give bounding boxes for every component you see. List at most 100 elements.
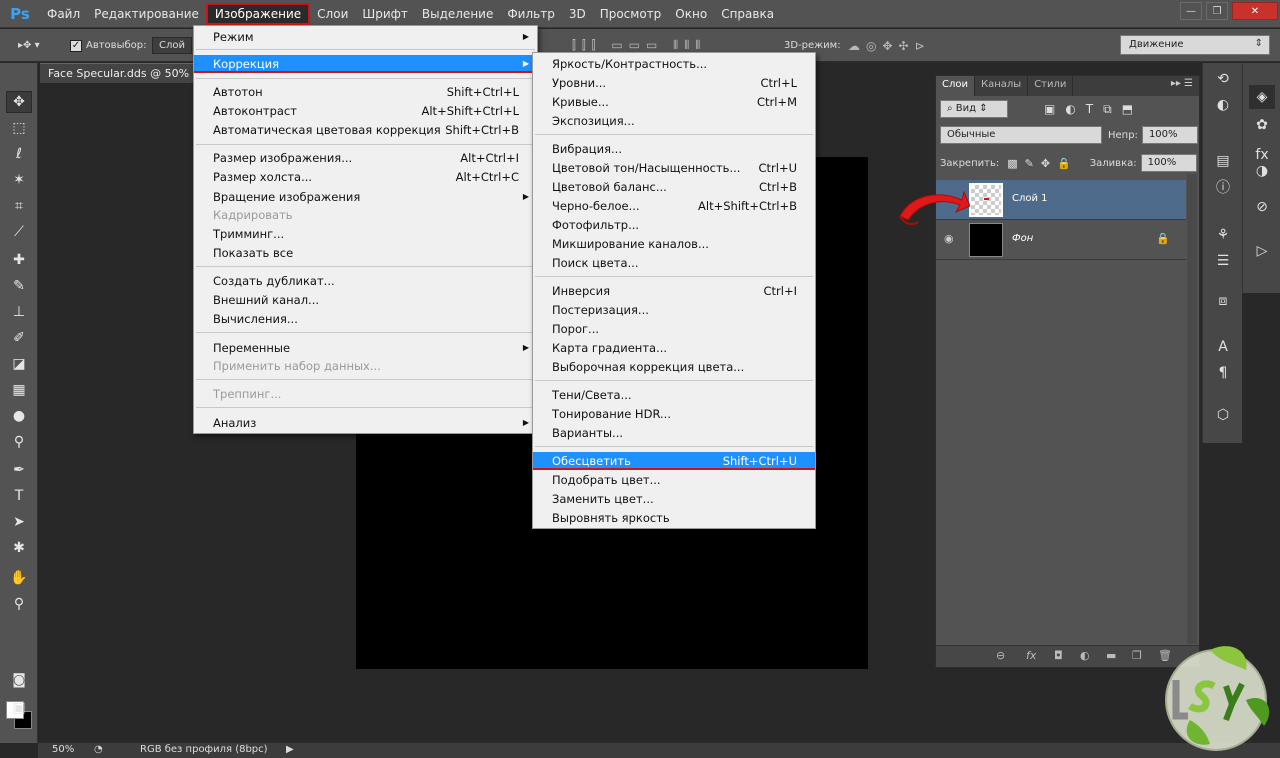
lock-icons[interactable]: ▩✎✥🔒 [1007,157,1078,170]
image-menu-item-11[interactable]: Создать дубликат... [194,272,537,290]
history-icon[interactable]: ⟲ [1210,67,1236,91]
image-menu-item-3[interactable]: Автоконтраст Alt+Shift+Ctrl+L [194,102,537,120]
menu-file[interactable]: Файл [40,3,87,25]
lasso-tool-icon[interactable]: ℓ [6,143,32,165]
menu-type[interactable]: Шрифт [355,3,415,25]
link-layers-icon[interactable]: ⊖ [996,649,1005,662]
image-menu-item-0[interactable]: Режим ▶ [194,28,537,46]
adjust-menu-item-21[interactable]: Заменить цвет... [533,490,815,508]
eyedropper-icon[interactable]: ⟋ [6,221,32,243]
new-layer-icon[interactable]: ❐ [1132,649,1142,662]
status-profile-icon[interactable]: ◔ [94,744,103,755]
quick-mask-icon[interactable]: ◙ [6,669,32,691]
adjust-menu-item-19[interactable]: Обесцветить Shift+Ctrl+U [533,452,815,470]
menu-view[interactable]: Просмотр [593,3,669,25]
paragraph-icon[interactable]: ¶ [1210,361,1236,385]
minimize-icon[interactable]: — [1180,2,1202,20]
adjust-menu-item-22[interactable]: Выровнять яркость [533,509,815,527]
screen-mode-icon[interactable]: ▣ [6,697,32,719]
brush-icon[interactable]: ⚘ [1210,223,1236,247]
history-brush-icon[interactable]: ✐ [6,327,32,349]
adjustments-icon[interactable]: ✿ [1249,113,1275,137]
image-menu-item-4[interactable]: Автоматическая цветовая коррекция Shift+C… [194,121,537,139]
gradient-tool-icon[interactable]: ▦ [6,379,32,401]
3d-icon[interactable]: ⬡ [1210,403,1236,427]
image-menu-item-14[interactable]: Переменные ▶ [194,339,537,357]
menu-edit[interactable]: Редактирование [87,3,206,25]
layer-name[interactable]: Слой 1 [1012,193,1048,204]
layers-icon[interactable]: ◈ [1249,85,1275,109]
adjust-menu-item-7[interactable]: Черно-белое... Alt+Shift+Ctrl+B [533,197,815,215]
menu-image[interactable]: Изображение [205,2,311,25]
image-menu-item-5[interactable]: Размер изображения... Alt+Ctrl+I [194,149,537,167]
layer-filter-select[interactable]: ⌕ Вид ⇕ [940,100,1008,118]
image-menu-item-17[interactable]: Анализ ▶ [194,414,537,432]
adjust-menu-item-4[interactable]: Вибрация... [533,140,815,158]
pen-tool-icon[interactable]: ✒ [6,459,32,481]
three-d-mode-icons[interactable]: ☁◎✥✣⊳ [848,37,931,54]
path-select-icon[interactable]: ➤ [6,511,32,533]
tab-channels[interactable]: Каналы [975,76,1029,96]
image-menu-item-6[interactable]: Размер холста... Alt+Ctrl+C [194,168,537,186]
adjust-menu-item-2[interactable]: Кривые... Ctrl+M [533,93,815,111]
swatches-icon[interactable]: ◑ [1249,159,1275,183]
info-icon[interactable]: ⓘ [1210,175,1236,199]
image-menu-item-7[interactable]: Вращение изображения ▶ [194,188,537,206]
hand-tool-icon[interactable]: ✋ [6,567,32,589]
eraser-tool-icon[interactable]: ◪ [6,353,32,375]
actions-icon[interactable]: ▷ [1249,239,1275,263]
new-group-icon[interactable]: ▬ [1106,649,1116,662]
adjustment-layer-icon[interactable]: ◐ [1080,649,1090,662]
menu-3d[interactable]: 3D [562,3,593,25]
clone-source-icon[interactable]: ⧈ [1210,289,1236,313]
zoom-tool-icon[interactable]: ⚲ [6,593,32,615]
adjust-menu-item-16[interactable]: Тени/Света... [533,386,815,404]
adjust-menu-item-9[interactable]: Микширование каналов... [533,235,815,253]
zoom-level[interactable]: 50% [52,744,74,755]
adjust-menu-item-13[interactable]: Порог... [533,320,815,338]
adjust-menu-item-14[interactable]: Карта градиента... [533,339,815,357]
image-menu-item-2[interactable]: Автотон Shift+Ctrl+L [194,83,537,101]
menu-window[interactable]: Окно [668,3,714,25]
properties-icon[interactable]: ▤ [1210,149,1236,173]
adjust-menu-item-8[interactable]: Фотофильтр... [533,216,815,234]
close-icon[interactable]: ✕ [1232,2,1278,20]
adjust-menu-item-5[interactable]: Цветовой тон/Насыщенность... Ctrl+U [533,159,815,177]
layer-filter-icons[interactable]: ▣◐T⧉⬒ [1044,102,1143,117]
auto-select-target[interactable]: Слой [152,37,192,54]
adjust-menu-item-20[interactable]: Подобрать цвет... [533,471,815,489]
blend-mode-select[interactable]: Обычные [940,126,1102,144]
auto-select-checkbox[interactable]: ✓ [70,39,82,52]
adjust-menu-item-1[interactable]: Уровни... Ctrl+L [533,74,815,92]
brush-presets-icon[interactable]: ☰ [1210,249,1236,273]
status-menu-arrow-icon[interactable]: ▶ [286,744,294,755]
channels-icon[interactable]: ⊘ [1249,195,1275,219]
marquee-tool-icon[interactable]: ⬚ [6,117,32,139]
adjust-menu-item-11[interactable]: Инверсия Ctrl+I [533,282,815,300]
adjust-menu-item-15[interactable]: Выборочная коррекция цвета... [533,358,815,376]
move-tool-preset-icon[interactable]: ▸✥ ▾ [18,37,40,54]
layer-name[interactable]: Фон [1012,233,1033,244]
healing-brush-icon[interactable]: ✚ [6,249,32,271]
move-tool-icon[interactable]: ✥ [6,91,32,113]
brush-tool-icon[interactable]: ✎ [6,275,32,297]
adjust-menu-item-0[interactable]: Яркость/Контрастность... [533,55,815,73]
adjust-menu-item-10[interactable]: Поиск цвета... [533,254,815,272]
menu-select[interactable]: Выделение [415,3,500,25]
fill-input[interactable]: 100% [1140,154,1197,172]
dodge-tool-icon[interactable]: ⚲ [6,431,32,453]
magic-wand-icon[interactable]: ✶ [6,169,32,191]
blur-tool-icon[interactable]: ● [6,405,32,427]
menu-layers[interactable]: Слои [310,3,355,25]
adjust-menu-item-3[interactable]: Экспозиция... [533,112,815,130]
menu-filter[interactable]: Фильтр [500,3,561,25]
adjust-menu-item-12[interactable]: Постеризация... [533,301,815,319]
shape-tool-icon[interactable]: ✱ [6,537,32,559]
image-menu-item-12[interactable]: Внешний канал... [194,291,537,309]
layer-style-icon[interactable]: fx [1026,649,1036,662]
image-menu-item-1[interactable]: Коррекция ▶ [194,55,537,73]
layers-scrollbar[interactable] [1187,174,1197,644]
crop-tool-icon[interactable]: ⌗ [6,195,32,217]
character-icon[interactable]: A [1210,335,1236,359]
menu-help[interactable]: Справка [714,3,781,25]
